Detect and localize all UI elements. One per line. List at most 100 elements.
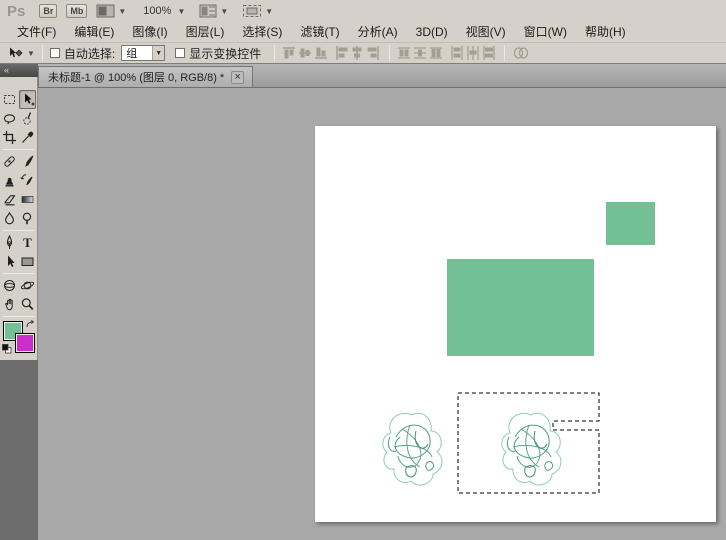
- menu-bar: 文件(F) 编辑(E) 图像(I) 图层(L) 选择(S) 滤镜(T) 分析(A…: [0, 22, 726, 43]
- chevron-down-icon: ▼: [177, 7, 185, 16]
- history-brush-tool[interactable]: [19, 171, 36, 190]
- menu-3d[interactable]: 3D(D): [407, 23, 457, 42]
- selection-marquee[interactable]: [458, 393, 599, 493]
- close-icon[interactable]: ×: [231, 71, 244, 84]
- tab-bar: 未标题-1 @ 100% (图层 0, RGB/8) * ×: [38, 64, 726, 88]
- lasso-tool[interactable]: [1, 109, 18, 128]
- auto-select-checkbox[interactable]: [50, 48, 60, 58]
- hand-tool[interactable]: [1, 295, 18, 314]
- distribute-bottom-edges-icon[interactable]: [430, 48, 442, 58]
- auto-select-dropdown[interactable]: 组 ▼: [121, 45, 165, 61]
- divider: [3, 273, 34, 274]
- path-selection-tool[interactable]: [1, 252, 18, 271]
- dodge-tool[interactable]: [19, 209, 36, 228]
- panel-dock-background: [0, 360, 38, 540]
- distribute-left-edges-icon[interactable]: [452, 46, 462, 60]
- zoom-level-control[interactable]: 100% ▼: [140, 4, 185, 18]
- align-icons-group: [282, 45, 382, 61]
- chevron-down-icon: ▼: [118, 7, 126, 16]
- crop-tool[interactable]: [1, 128, 18, 147]
- auto-align-layers-icon[interactable]: [512, 45, 530, 61]
- menu-help[interactable]: 帮助(H): [576, 21, 635, 43]
- move-tool-preset-icon[interactable]: [6, 46, 24, 61]
- collapse-tools-button[interactable]: «: [0, 64, 38, 77]
- tools-panel-header: «: [0, 64, 38, 88]
- clone-stamp-tool[interactable]: [1, 171, 18, 190]
- divider: [3, 149, 34, 150]
- blur-tool[interactable]: [1, 209, 18, 228]
- launch-bridge-button[interactable]: Br: [39, 4, 57, 18]
- zoom-level-value[interactable]: 100%: [140, 4, 174, 18]
- menu-view[interactable]: 视图(V): [457, 21, 515, 43]
- zoom-tool[interactable]: [19, 295, 36, 314]
- background-color-swatch[interactable]: [15, 333, 35, 353]
- screen-mode-control[interactable]: ▼: [242, 4, 273, 18]
- brush-tool[interactable]: [19, 152, 36, 171]
- canvas-green-rect-1[interactable]: [606, 202, 655, 245]
- chevron-down-icon: ▼: [265, 7, 273, 16]
- document-canvas[interactable]: [315, 126, 716, 522]
- show-transform-label: 显示变换控件: [189, 45, 261, 62]
- align-top-edges-icon[interactable]: [283, 48, 295, 58]
- type-tool[interactable]: T: [19, 233, 36, 252]
- arrange-documents-control[interactable]: ▼: [96, 4, 126, 18]
- pen-tool[interactable]: [1, 233, 18, 252]
- canvas-scribble-1[interactable]: [383, 413, 442, 485]
- screen-mode-icon: [242, 4, 262, 18]
- distribute-top-edges-icon[interactable]: [398, 48, 410, 58]
- separator: [42, 45, 43, 61]
- distribute-vertical-centers-icon[interactable]: [414, 48, 426, 58]
- eraser-tool[interactable]: [1, 190, 18, 209]
- canvas-workspace[interactable]: [38, 88, 726, 540]
- 3d-rotate-tool[interactable]: [1, 276, 18, 295]
- menu-layer[interactable]: 图层(L): [177, 21, 234, 43]
- document-tab[interactable]: 未标题-1 @ 100% (图层 0, RGB/8) * ×: [38, 66, 253, 87]
- auto-select-label: 自动选择:: [64, 45, 115, 62]
- tools-panel: T: [0, 88, 38, 382]
- align-vertical-centers-icon[interactable]: [299, 49, 311, 57]
- canvas-svg[interactable]: [315, 126, 716, 522]
- menu-image[interactable]: 图像(I): [123, 21, 176, 43]
- menu-filter[interactable]: 滤镜(T): [291, 21, 348, 43]
- align-bottom-edges-icon[interactable]: [315, 48, 327, 58]
- menu-select[interactable]: 选择(S): [233, 21, 291, 43]
- chevron-down-icon: ▼: [220, 7, 228, 16]
- color-swatches: [2, 320, 36, 354]
- align-right-edges-icon[interactable]: [368, 46, 378, 60]
- eyedropper-tool[interactable]: [19, 128, 36, 147]
- auto-select-value: 组: [126, 45, 137, 61]
- align-horizontal-centers-icon[interactable]: [353, 46, 361, 60]
- separator: [389, 45, 390, 61]
- default-colors-icon[interactable]: [2, 344, 12, 354]
- menu-edit[interactable]: 编辑(E): [65, 21, 123, 43]
- distribute-horizontal-centers-icon[interactable]: [468, 46, 478, 60]
- menu-file[interactable]: 文件(F): [8, 21, 65, 43]
- canvas-green-rect-2[interactable]: [447, 259, 594, 356]
- arrange-documents-icon: [96, 4, 115, 18]
- menu-window[interactable]: 窗口(W): [515, 21, 576, 43]
- menu-analysis[interactable]: 分析(A): [349, 21, 407, 43]
- chevron-down-icon: ▼: [152, 46, 164, 60]
- view-extras-control[interactable]: ▼: [199, 4, 228, 18]
- quick-selection-tool[interactable]: [19, 109, 36, 128]
- tool-options-bar: ▼ 自动选择: 组 ▼ 显示变换控件: [0, 43, 726, 64]
- separator: [504, 45, 505, 61]
- show-transform-checkbox[interactable]: [175, 48, 185, 58]
- mb-button[interactable]: Mb: [66, 4, 87, 18]
- photoshop-logo: Ps: [7, 3, 25, 20]
- rectangular-marquee-tool[interactable]: [1, 90, 18, 109]
- distribute-right-edges-icon[interactable]: [484, 46, 494, 60]
- gradient-tool[interactable]: [19, 190, 36, 209]
- align-left-edges-icon[interactable]: [337, 46, 347, 60]
- distribute-icons-group: [397, 45, 497, 61]
- canvas-scribble-2[interactable]: [502, 413, 561, 485]
- move-tool[interactable]: [19, 90, 36, 109]
- divider: [3, 230, 34, 231]
- document-tab-title: 未标题-1 @ 100% (图层 0, RGB/8) *: [48, 69, 224, 85]
- swap-colors-icon[interactable]: [25, 319, 36, 329]
- 3d-orbit-tool[interactable]: [19, 276, 36, 295]
- spot-healing-brush-tool[interactable]: [1, 152, 18, 171]
- chevron-down-icon[interactable]: ▼: [27, 49, 35, 58]
- rectangle-shape-tool[interactable]: [19, 252, 36, 271]
- view-extras-icon: [199, 4, 217, 18]
